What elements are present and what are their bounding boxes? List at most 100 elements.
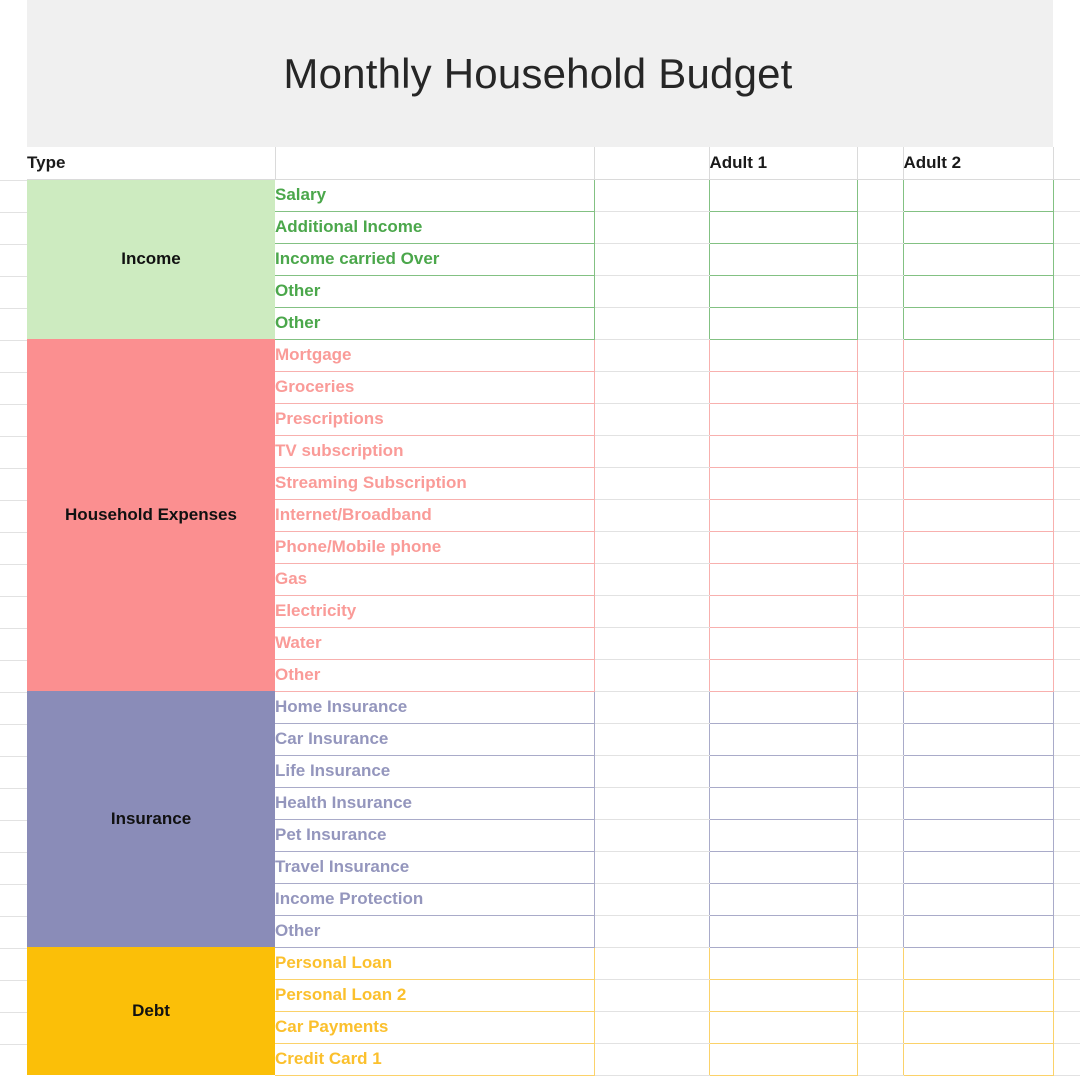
adult-1-amount-cell[interactable] [708, 338, 858, 372]
adult-1-amount-cell[interactable] [708, 402, 858, 436]
trailing-cell [1053, 275, 1080, 308]
adult-2-amount-cell[interactable] [902, 1042, 1054, 1076]
spacer-cell-2 [857, 275, 903, 308]
adult-1-amount-cell[interactable] [708, 1010, 858, 1044]
document-title-banner: Monthly Household Budget [27, 0, 1053, 147]
spreadsheet-canvas: Monthly Household Budget Type Adult 1 Adul… [0, 0, 1080, 1076]
adult-2-amount-cell[interactable] [902, 178, 1054, 212]
spacer-cell-2 [857, 595, 903, 628]
budget-item-label: Other [275, 307, 595, 340]
adult-2-amount-cell[interactable] [902, 978, 1054, 1012]
spacer-cell-1 [594, 371, 709, 404]
trailing-cell [1053, 467, 1080, 500]
budget-item-label: Personal Loan 2 [275, 978, 595, 1012]
adult-1-amount-cell[interactable] [708, 434, 858, 468]
adult-2-amount-cell[interactable] [902, 658, 1054, 692]
spacer-cell-2 [857, 531, 903, 564]
adult-1-amount-cell[interactable] [708, 818, 858, 852]
budget-item-label: Life Insurance [275, 754, 595, 788]
trailing-cell [1053, 403, 1080, 436]
adult-1-amount-cell[interactable] [708, 658, 858, 692]
adult-2-amount-cell[interactable] [902, 338, 1054, 372]
adult-2-amount-cell[interactable] [902, 1010, 1054, 1044]
adult-1-amount-cell[interactable] [708, 754, 858, 788]
adult-2-amount-cell[interactable] [902, 498, 1054, 532]
column-header-item [275, 147, 595, 180]
trailing-cell [1053, 755, 1080, 788]
budget-item-label: Phone/Mobile phone [275, 530, 595, 564]
adult-2-amount-cell[interactable] [902, 434, 1054, 468]
budget-item-label: Travel Insurance [275, 850, 595, 884]
adult-2-amount-cell[interactable] [902, 530, 1054, 564]
adult-2-amount-cell[interactable] [902, 786, 1054, 820]
adult-2-amount-cell[interactable] [902, 562, 1054, 596]
spacer-cell-1 [594, 307, 709, 340]
spacer-cell-1 [594, 723, 709, 756]
adult-1-amount-cell[interactable] [708, 370, 858, 404]
adult-1-amount-cell[interactable] [708, 307, 858, 340]
trailing-cell [1053, 1011, 1080, 1044]
adult-2-amount-cell[interactable] [902, 466, 1054, 500]
spacer-cell-1 [594, 627, 709, 660]
adult-2-amount-cell[interactable] [902, 818, 1054, 852]
spacer-cell-2 [857, 851, 903, 884]
budget-item-label: Car Insurance [275, 722, 595, 756]
spacer-cell-1 [594, 691, 709, 724]
spacer-cell-1 [594, 275, 709, 308]
trailing-cell [1053, 979, 1080, 1012]
adult-2-amount-cell[interactable] [902, 914, 1054, 948]
adult-2-amount-cell[interactable] [902, 722, 1054, 756]
adult-1-amount-cell[interactable] [708, 946, 858, 980]
adult-1-amount-cell[interactable] [708, 594, 858, 628]
adult-2-amount-cell[interactable] [902, 850, 1054, 884]
budget-table: Type Adult 1 Adult 2 Income Salary Additional… [27, 147, 1080, 1076]
spacer-cell-1 [594, 1011, 709, 1044]
adult-2-amount-cell[interactable] [902, 882, 1054, 916]
budget-item-label: Other [275, 658, 595, 692]
adult-1-amount-cell[interactable] [708, 178, 858, 212]
adult-2-amount-cell[interactable] [902, 402, 1054, 436]
adult-1-amount-cell[interactable] [708, 210, 858, 244]
adult-1-amount-cell[interactable] [708, 1042, 858, 1076]
adult-2-amount-cell[interactable] [902, 754, 1054, 788]
adult-1-amount-cell[interactable] [708, 850, 858, 884]
trailing-cell [1053, 787, 1080, 820]
adult-2-amount-cell[interactable] [902, 274, 1054, 308]
spacer-cell-2 [857, 339, 903, 372]
adult-1-amount-cell[interactable] [708, 626, 858, 660]
spacer-cell-2 [857, 723, 903, 756]
adult-2-amount-cell[interactable] [902, 370, 1054, 404]
adult-1-amount-cell[interactable] [708, 722, 858, 756]
adult-2-amount-cell[interactable] [902, 626, 1054, 660]
adult-2-amount-cell[interactable] [902, 242, 1054, 276]
adult-2-amount-cell[interactable] [902, 307, 1054, 340]
column-header-tail [1053, 147, 1080, 180]
adult-2-amount-cell[interactable] [902, 946, 1054, 980]
adult-2-amount-cell[interactable] [902, 210, 1054, 244]
budget-item-label: Groceries [275, 370, 595, 404]
trailing-cell [1053, 531, 1080, 564]
adult-1-amount-cell[interactable] [708, 274, 858, 308]
adult-1-amount-cell[interactable] [708, 914, 858, 948]
budget-item-label: Mortgage [275, 338, 595, 372]
spacer-cell-2 [857, 435, 903, 468]
adult-1-amount-cell[interactable] [708, 530, 858, 564]
adult-1-amount-cell[interactable] [708, 466, 858, 500]
category-cell-household: Household Expenses [27, 339, 275, 691]
adult-1-amount-cell[interactable] [708, 978, 858, 1012]
spacer-cell-1 [594, 243, 709, 276]
adult-2-amount-cell[interactable] [902, 690, 1054, 724]
spacer-cell-2 [857, 563, 903, 596]
adult-2-amount-cell[interactable] [902, 594, 1054, 628]
column-header-adult-1: Adult 1 [708, 147, 858, 180]
adult-1-amount-cell[interactable] [708, 242, 858, 276]
adult-1-amount-cell[interactable] [708, 882, 858, 916]
adult-1-amount-cell[interactable] [708, 786, 858, 820]
adult-1-amount-cell[interactable] [708, 562, 858, 596]
adult-1-amount-cell[interactable] [708, 690, 858, 724]
spacer-cell-1 [594, 819, 709, 852]
trailing-cell [1053, 883, 1080, 916]
budget-item-label: Personal Loan [275, 946, 595, 980]
adult-1-amount-cell[interactable] [708, 498, 858, 532]
trailing-cell [1053, 627, 1080, 660]
